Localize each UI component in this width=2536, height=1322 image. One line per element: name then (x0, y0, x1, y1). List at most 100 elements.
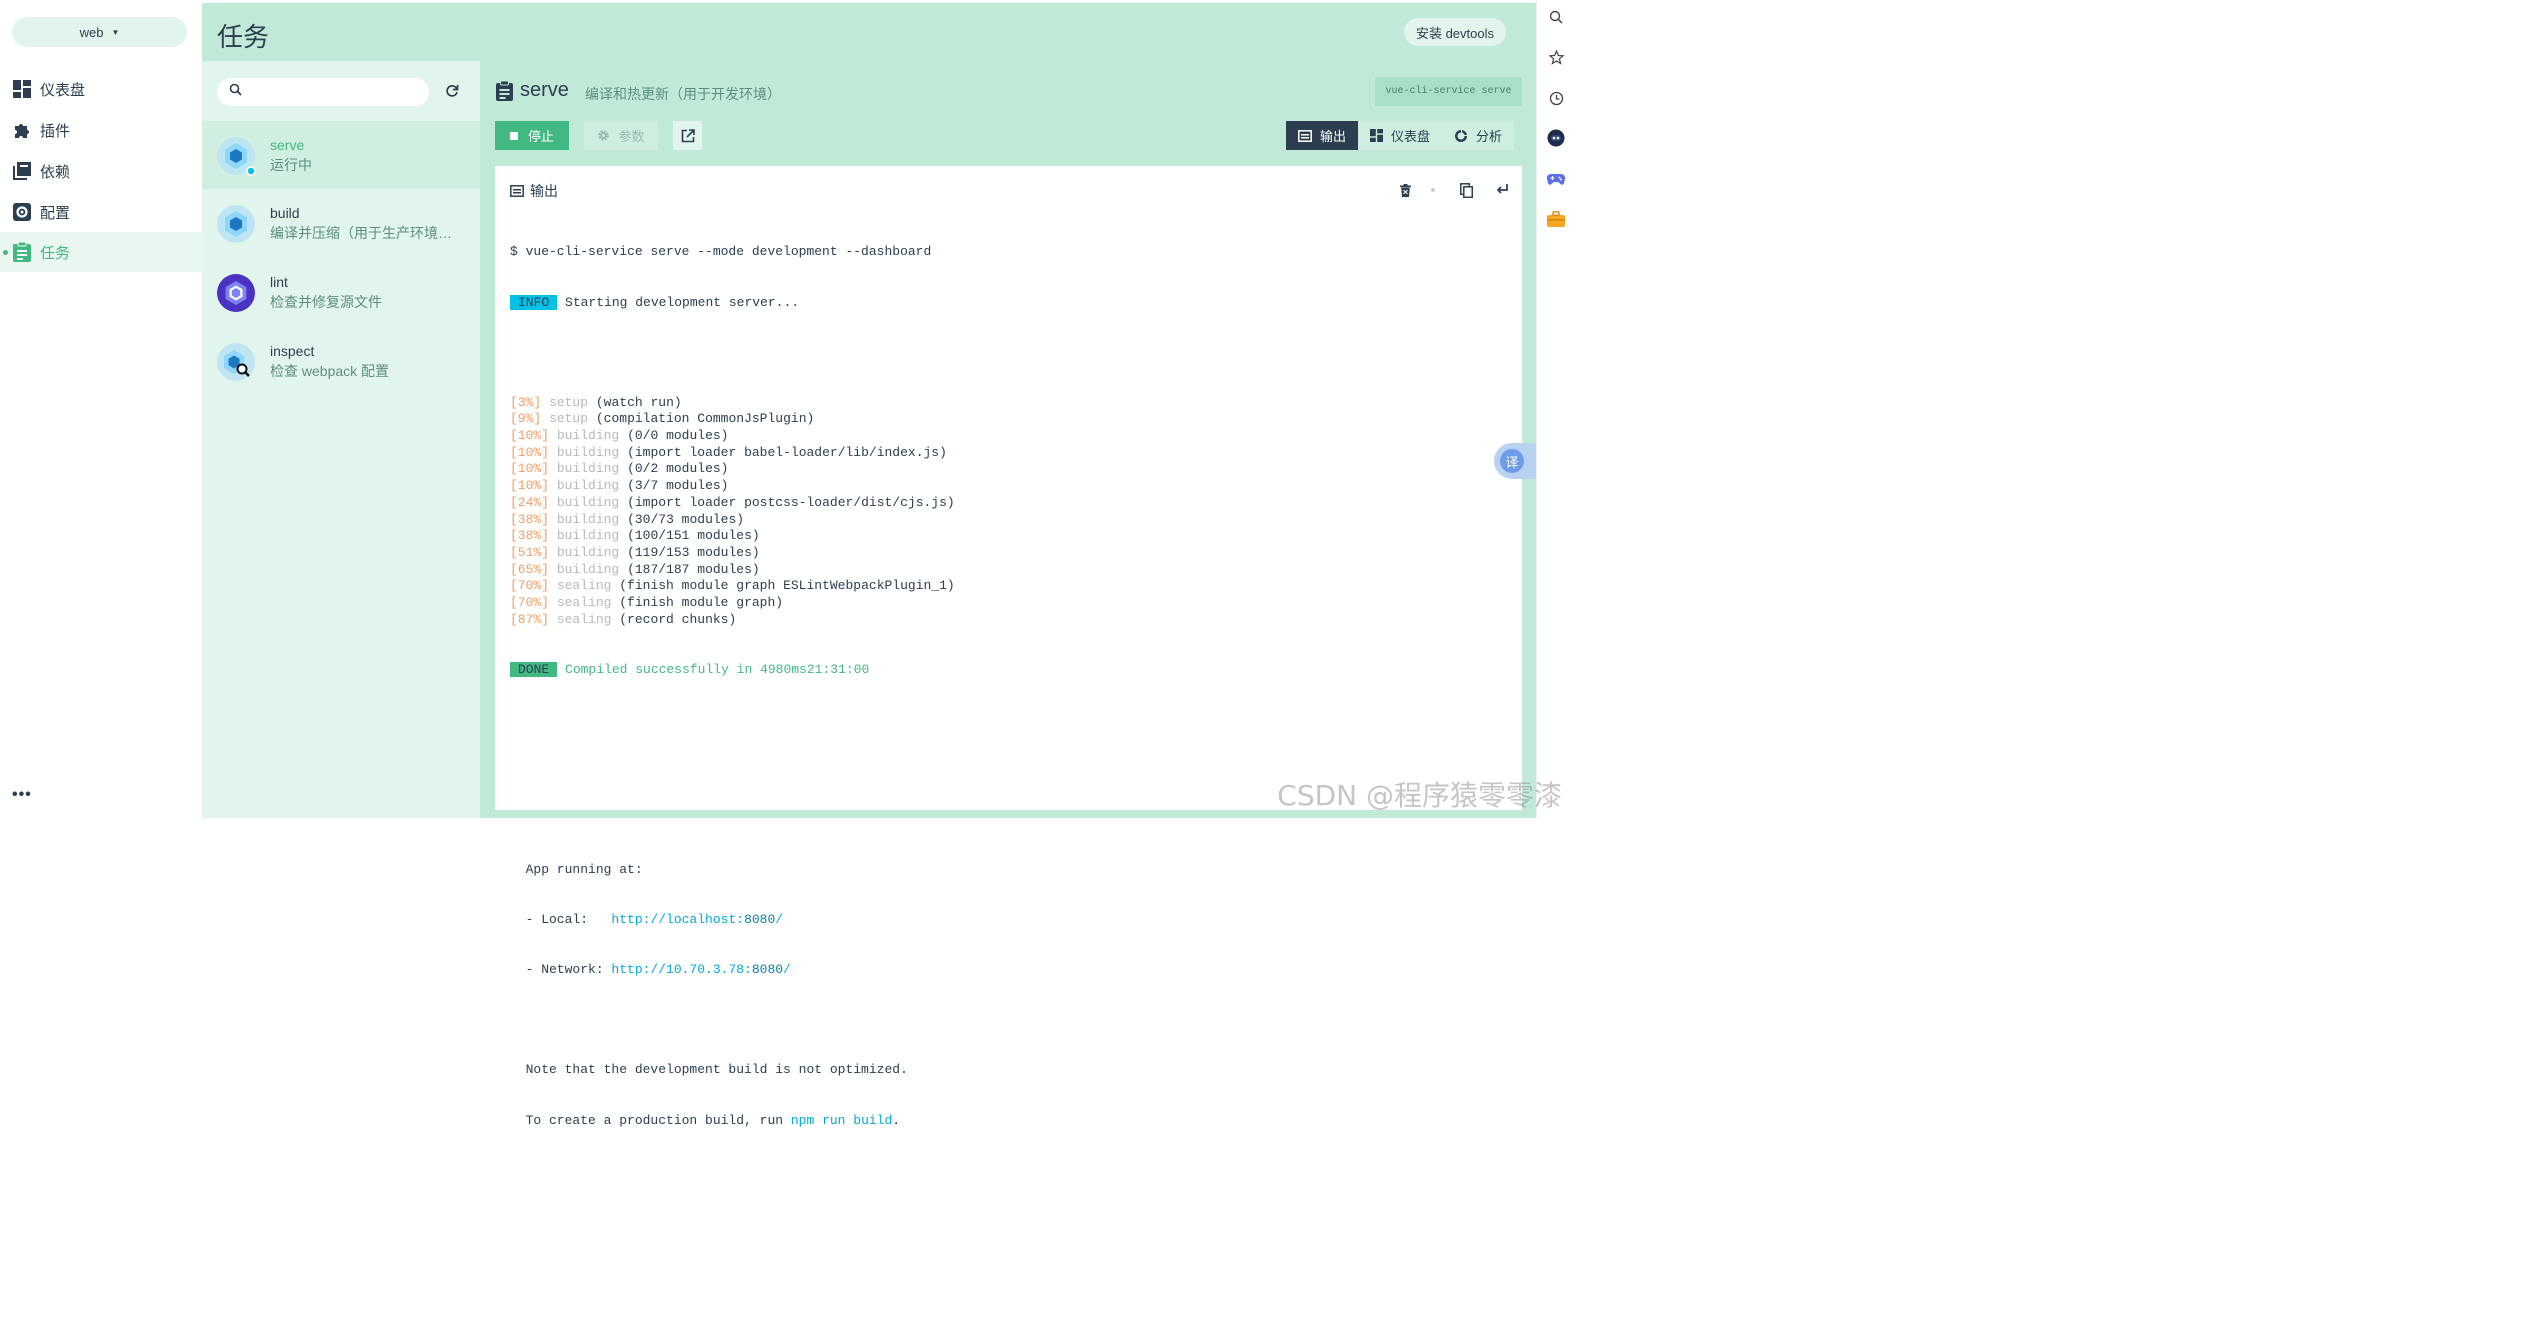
local-port[interactable]: 8080 (744, 912, 775, 927)
project-name: web (79, 24, 104, 40)
progress-step: sealing (556, 578, 612, 594)
progress-step: building (556, 511, 620, 527)
search-icon (229, 83, 242, 101)
copy-output-button[interactable] (1456, 180, 1476, 200)
history-icon[interactable] (1547, 89, 1565, 107)
webpack-icon (216, 136, 256, 176)
build-command: npm run build (790, 1112, 893, 1128)
progress-percent: [10%] (510, 461, 550, 477)
progress-line: [10%] building (import loader babel-load… (510, 445, 955, 462)
tab-label: 仪表盘 (1391, 129, 1431, 144)
progress-line: [70%] sealing (finish module graph) (510, 595, 955, 612)
log-text: - Network: (510, 962, 612, 978)
log-text: To create a production build, run (510, 1112, 791, 1128)
progress-step: sealing (556, 594, 612, 610)
task-description: 检查并修复源文件 (270, 294, 382, 310)
nav-item-plugins[interactable]: 插件 (0, 110, 202, 150)
progress-percent: [10%] (510, 428, 550, 444)
log-line: - Network: http://10.70.3.78:8080/ (510, 962, 955, 979)
task-search[interactable] (217, 78, 429, 106)
progress-step: setup (549, 411, 589, 427)
stop-icon (509, 131, 518, 140)
task-item-build[interactable]: build 编译并压缩（用于生产环境… (202, 189, 480, 257)
task-description: 检查 webpack 配置 (270, 363, 390, 379)
parameters-button[interactable]: 参数 (584, 121, 658, 150)
nav-label: 依赖 (40, 163, 71, 181)
progress-message: (compilation CommonJsPlugin) (595, 411, 815, 427)
progress-step: setup (549, 394, 589, 410)
gear-icon (12, 202, 32, 222)
game-controller-icon[interactable] (1547, 170, 1565, 188)
progress-message: (3/7 modules) (627, 478, 729, 494)
tab-label: 输出 (1320, 129, 1347, 144)
progress-message: (0/2 modules) (627, 461, 729, 477)
left-nav: web ▼ 仪表盘 插件 依赖 配置 任务 ••• (0, 0, 202, 818)
stop-button[interactable]: 停止 (495, 121, 569, 150)
tab-dashboard[interactable]: 仪表盘 (1358, 121, 1443, 150)
gear-icon (597, 129, 610, 142)
progress-line: [10%] building (3/7 modules) (510, 478, 955, 495)
nav-item-config[interactable]: 配置 (0, 192, 202, 232)
webpack-inspect-icon (216, 342, 256, 382)
nav-label: 任务 (40, 244, 71, 262)
top-bar: 任务 安装 devtools (202, 3, 1536, 61)
log-blank-line (510, 762, 955, 779)
copy-icon (1459, 182, 1473, 198)
open-external-button[interactable] (673, 121, 702, 150)
progress-step: building (556, 494, 620, 510)
nav-item-tasks[interactable]: 任务 (0, 232, 202, 272)
progress-line: [9%] setup (compilation CommonJsPlugin) (510, 411, 955, 428)
refresh-button[interactable] (442, 81, 462, 101)
log-text: - Local: (510, 912, 612, 928)
progress-percent: [51%] (510, 544, 550, 560)
wrap-lines-button[interactable] (1492, 180, 1512, 200)
tab-label: 分析 (1476, 129, 1503, 144)
progress-percent: [70%] (510, 578, 550, 594)
progress-message: (187/187 modules) (627, 561, 760, 577)
progress-percent: [3%] (510, 394, 542, 410)
task-description: 编译并压缩（用于生产环境… (270, 225, 452, 241)
local-url-slash[interactable]: / (775, 912, 783, 927)
translate-button[interactable]: 译 (1494, 443, 1536, 479)
star-icon[interactable] (1547, 48, 1565, 66)
tab-output[interactable]: 输出 (1286, 121, 1359, 150)
network-url-slash[interactable]: / (783, 962, 791, 977)
progress-line: [70%] sealing (finish module graph ESLin… (510, 578, 955, 595)
log-line: To create a production build, run npm ru… (510, 1113, 955, 1130)
progress-step: building (556, 428, 620, 444)
project-select[interactable]: web ▼ (12, 17, 187, 47)
task-item-serve[interactable]: serve 运行中 (202, 121, 480, 189)
tab-analyze[interactable]: 分析 (1442, 121, 1515, 150)
network-port[interactable]: 8080 (752, 962, 783, 977)
install-devtools-button[interactable]: 安装 devtools (1403, 18, 1506, 46)
more-options-icon[interactable]: ••• (12, 786, 32, 804)
progress-line: [38%] building (100/151 modules) (510, 528, 955, 545)
log-line: $ vue-cli-service serve --mode developme… (510, 244, 955, 261)
puzzle-icon (12, 120, 32, 140)
output-panel: 输出 $ vue-cli-service serve --mode develo… (495, 166, 1522, 1128)
wrap-icon (1496, 184, 1508, 194)
terminal-log: $ vue-cli-service serve --mode developme… (510, 211, 955, 1163)
log-blank-line (510, 812, 955, 829)
log-blank-line (510, 345, 955, 362)
task-name: build (270, 205, 300, 221)
clipboard-icon (12, 242, 32, 262)
progress-line: [3%] setup (watch run) (510, 395, 955, 412)
assistant-icon[interactable] (1547, 129, 1565, 147)
task-item-inspect[interactable]: inspect 检查 webpack 配置 (202, 327, 480, 395)
network-url-link[interactable]: http://10.70.3.78: (611, 962, 751, 977)
nav-label: 插件 (40, 122, 71, 140)
progress-percent: [9%] (510, 411, 542, 427)
progress-step: building (556, 444, 620, 460)
search-icon[interactable] (1547, 8, 1565, 26)
toolbox-icon[interactable] (1547, 210, 1565, 228)
nav-item-dashboard[interactable]: 仪表盘 (0, 69, 202, 109)
eslint-icon (216, 273, 256, 313)
task-item-lint[interactable]: lint 检查并修复源文件 (202, 258, 480, 326)
nav-item-dependencies[interactable]: 依赖 (0, 151, 202, 191)
local-url-link[interactable]: http://localhost: (611, 912, 744, 927)
browser-sidebar (1536, 0, 1568, 818)
log-text: . (892, 1112, 901, 1128)
clear-output-button[interactable] (1395, 180, 1415, 200)
search-input[interactable] (248, 84, 418, 100)
